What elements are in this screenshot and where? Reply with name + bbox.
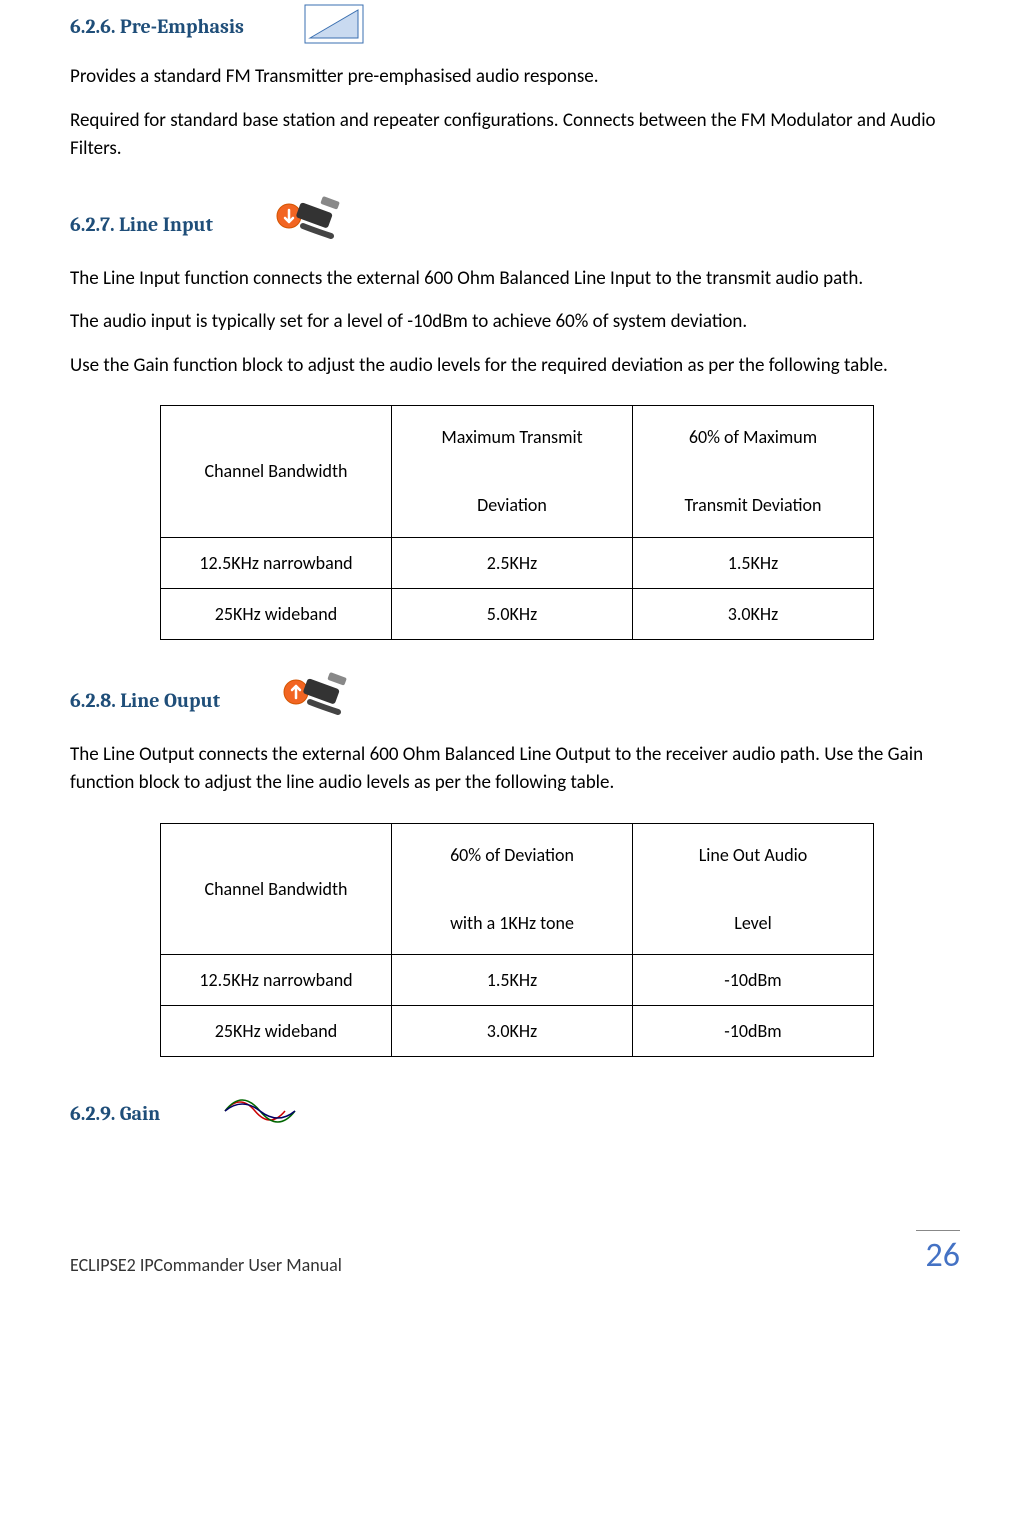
- table-cell: 3.0KHz: [633, 588, 874, 639]
- triangle-filter-icon: [304, 4, 364, 44]
- table-header: Channel Bandwidth: [161, 823, 392, 955]
- line-input-para3: Use the Gain function block to adjust th…: [70, 352, 960, 381]
- table-cell: 12.5KHz narrowband: [161, 537, 392, 588]
- section-heading-line-output: 6.2.8. Line Ouput: [70, 689, 220, 712]
- table-row: 12.5KHz narrowband 1.5KHz -10dBm: [161, 955, 874, 1006]
- table-row: 25KHz wideband 3.0KHz -10dBm: [161, 1006, 874, 1057]
- table-header-row: Channel Bandwidth Maximum Transmit Devia…: [161, 406, 874, 538]
- table-cell: 1.5KHz: [633, 537, 874, 588]
- table-cell: 2.5KHz: [392, 537, 633, 588]
- line-output-connector-icon: [280, 670, 350, 726]
- section-heading-line-input: 6.2.7. Line Input: [70, 213, 213, 236]
- table-row: 12.5KHz narrowband 2.5KHz 1.5KHz: [161, 537, 874, 588]
- table-header: Channel Bandwidth: [161, 406, 392, 538]
- page-number: 26: [916, 1230, 960, 1276]
- footer-manual-title: ECLIPSE2 IPCommander User Manual: [70, 1254, 342, 1276]
- line-input-para2: The audio input is typically set for a l…: [70, 308, 960, 337]
- table-header: 60% of Maximum Transmit Deviation: [633, 406, 874, 538]
- table-cell: -10dBm: [633, 1006, 874, 1057]
- line-output-para1: The Line Output connects the external 60…: [70, 741, 960, 798]
- line-input-connector-icon: [273, 194, 343, 250]
- table-cell: 3.0KHz: [392, 1006, 633, 1057]
- section-heading-pre-emphasis: 6.2.6. Pre-Emphasis: [70, 15, 244, 38]
- table-cell: 25KHz wideband: [161, 1006, 392, 1057]
- line-input-deviation-table: Channel Bandwidth Maximum Transmit Devia…: [160, 405, 874, 640]
- table-cell: 12.5KHz narrowband: [161, 955, 392, 1006]
- table-cell: 1.5KHz: [392, 955, 633, 1006]
- table-header: Maximum Transmit Deviation: [392, 406, 633, 538]
- table-cell: 5.0KHz: [392, 588, 633, 639]
- table-header-row: Channel Bandwidth 60% of Deviation with …: [161, 823, 874, 955]
- table-cell: 25KHz wideband: [161, 588, 392, 639]
- line-output-level-table: Channel Bandwidth 60% of Deviation with …: [160, 823, 874, 1058]
- table-cell: -10dBm: [633, 955, 874, 1006]
- table-header: Line Out Audio Level: [633, 823, 874, 955]
- table-row: 25KHz wideband 5.0KHz 3.0KHz: [161, 588, 874, 639]
- pre-emphasis-para1: Provides a standard FM Transmitter pre-e…: [70, 63, 960, 92]
- line-input-para1: The Line Input function connects the ext…: [70, 265, 960, 294]
- pre-emphasis-para2: Required for standard base station and r…: [70, 107, 960, 164]
- section-heading-gain: 6.2.9. Gain: [70, 1102, 160, 1125]
- gain-waveform-icon: [220, 1091, 300, 1131]
- table-header: 60% of Deviation with a 1KHz tone: [392, 823, 633, 955]
